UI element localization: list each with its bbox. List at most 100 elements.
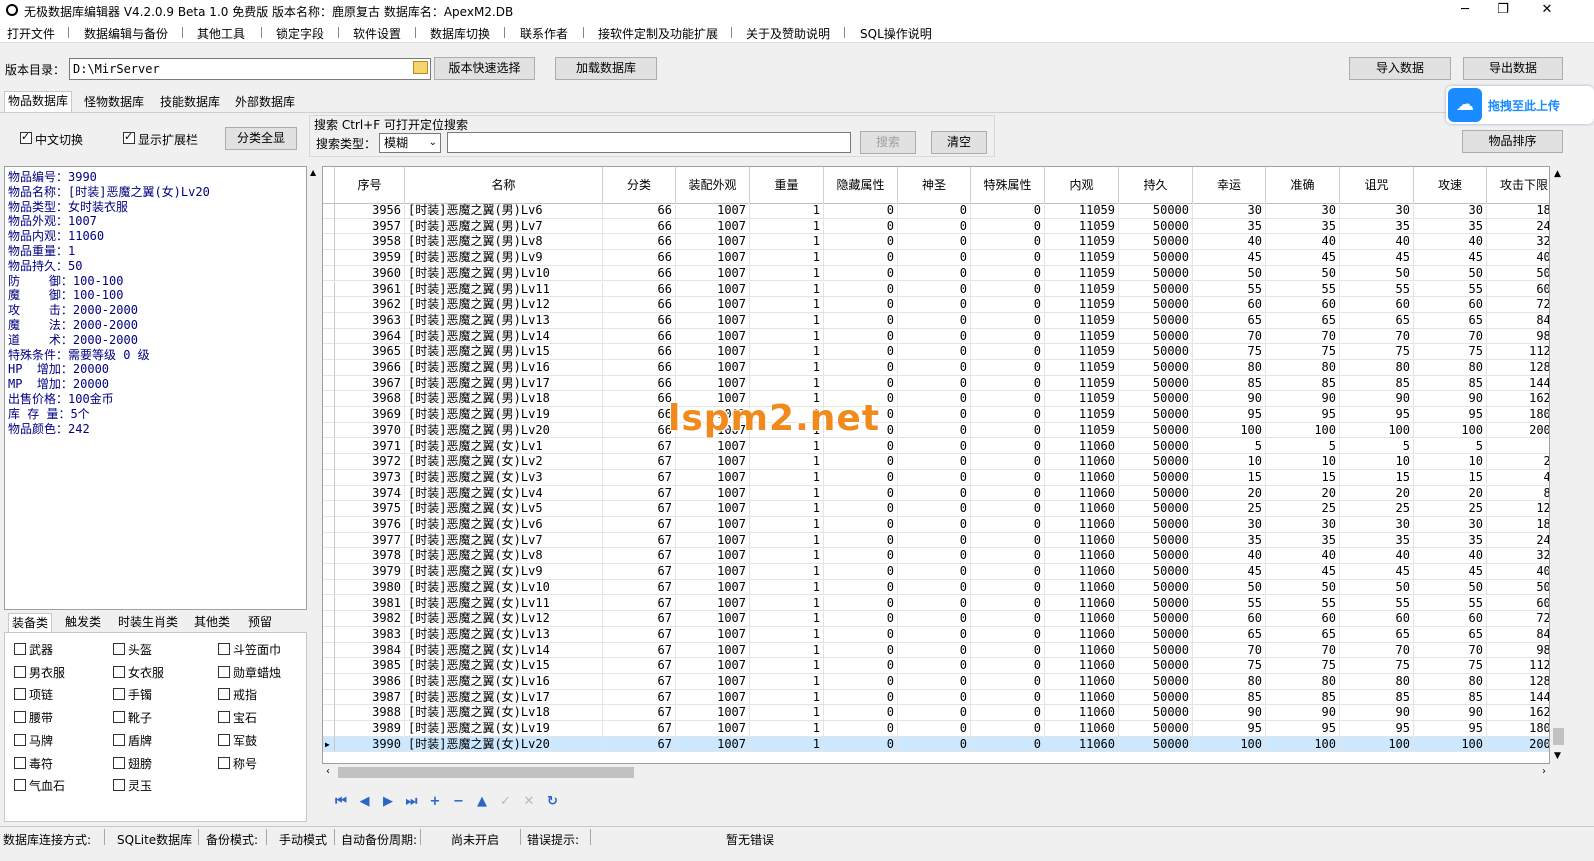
table-cell[interactable]: 70 (1193, 328, 1266, 345)
table-cell[interactable]: 5 (1193, 438, 1266, 455)
category-checkbox[interactable] (113, 711, 125, 724)
table-cell[interactable]: 0 (824, 360, 898, 376)
table-cell[interactable]: 1007 (676, 360, 750, 376)
table-cell[interactable]: 1 (750, 548, 824, 565)
table-cell[interactable]: 50000 (1119, 203, 1193, 219)
table-cell[interactable]: 0 (898, 485, 971, 502)
table-row[interactable]: 3975 [时装]恶魔之翼(女)Lv5 67 1007 1 0 0 0 11060 50000 25… (323, 501, 1549, 517)
table-cell[interactable]: 50000 (1119, 312, 1193, 329)
table-cell[interactable]: 3969 (335, 407, 405, 423)
search-button[interactable]: 搜索 (860, 131, 916, 154)
table-cell[interactable]: 1 (750, 579, 824, 596)
table-cell[interactable]: 45 (1266, 564, 1340, 580)
table-cell[interactable]: 50000 (1119, 328, 1193, 345)
table-cell[interactable]: 1 (750, 689, 824, 706)
scroll-up-icon[interactable]: ▲ (1554, 169, 1561, 179)
table-cell[interactable]: 11060 (1045, 501, 1119, 517)
menu-open-file[interactable]: 打开文件 (7, 25, 55, 42)
table-cell[interactable]: [时装]恶魔之翼(女)Lv19 (405, 721, 603, 737)
table-cell[interactable]: 3967 (335, 375, 405, 392)
table-cell[interactable]: 1007 (676, 721, 750, 737)
table-cell[interactable]: 1007 (676, 234, 750, 251)
row-indicator[interactable] (323, 422, 335, 439)
table-cell[interactable]: 720 (1487, 297, 1549, 313)
table-cell[interactable]: 0 (898, 658, 971, 674)
table-cell[interactable]: 1 (750, 564, 824, 580)
table-cell[interactable]: 1 (750, 218, 824, 235)
table-row[interactable]: 3972 [时装]恶魔之翼(女)Lv2 67 1007 1 0 0 0 11060 50000 10… (323, 454, 1549, 470)
table-cell[interactable]: 50000 (1119, 517, 1193, 533)
table-cell[interactable]: 50000 (1119, 250, 1193, 266)
table-cell[interactable]: 1 (750, 234, 824, 251)
table-cell[interactable]: 40 (1340, 548, 1414, 565)
table-row[interactable]: 3960 [时装]恶魔之翼(男)Lv10 66 1007 1 0 0 0 11059 50000 5… (323, 265, 1549, 282)
row-indicator[interactable] (323, 454, 335, 470)
scroll-down-icon[interactable]: ▼ (1554, 751, 1561, 761)
table-cell[interactable]: 80 (1340, 674, 1414, 690)
table-cell[interactable]: 75 (1340, 658, 1414, 674)
table-cell[interactable]: 11060 (1045, 454, 1119, 470)
table-cell[interactable]: 60 (1414, 297, 1487, 313)
table-cell[interactable]: [时装]恶魔之翼(女)Lv18 (405, 705, 603, 722)
category-checkbox[interactable] (218, 665, 230, 678)
grid-vertical-scrollbar[interactable]: ▲ ▼ (1550, 166, 1567, 764)
table-cell[interactable]: 11060 (1045, 658, 1119, 674)
table-row[interactable]: 3986 [时装]恶魔之翼(女)Lv16 67 1007 1 0 0 0 11060 50000 8… (323, 674, 1549, 690)
table-cell[interactable]: 50000 (1119, 438, 1193, 455)
table-cell[interactable]: 0 (898, 422, 971, 439)
table-cell[interactable]: 0 (824, 548, 898, 565)
table-cell[interactable]: 1007 (676, 548, 750, 565)
table-cell[interactable]: 30 (1266, 517, 1340, 533)
table-cell[interactable]: 30 (1340, 203, 1414, 219)
row-indicator[interactable] (323, 312, 335, 329)
table-cell[interactable]: 0 (971, 344, 1045, 360)
row-indicator[interactable] (323, 611, 335, 627)
table-cell[interactable]: 1 (750, 375, 824, 392)
table-cell[interactable]: 67 (603, 532, 676, 549)
table-cell[interactable]: 15 (1266, 469, 1340, 486)
table-cell[interactable]: [时装]恶魔之翼(男)Lv20 (405, 422, 603, 439)
table-cell[interactable]: 66 (603, 218, 676, 235)
table-cell[interactable]: 605 (1487, 282, 1549, 298)
table-cell[interactable]: 60 (1340, 611, 1414, 627)
table-cell[interactable]: 1007 (676, 595, 750, 612)
table-cell[interactable]: 3962 (335, 297, 405, 313)
table-cell[interactable]: 45 (1414, 250, 1487, 266)
table-row[interactable]: 3985 [时装]恶魔之翼(女)Lv15 67 1007 1 0 0 0 11060 50000 7… (323, 658, 1549, 674)
table-cell[interactable]: 80 (1266, 674, 1340, 690)
table-cell[interactable]: 90 (1340, 705, 1414, 722)
table-cell[interactable]: 0 (971, 689, 1045, 706)
table-cell[interactable]: 55 (1266, 595, 1340, 612)
table-cell[interactable]: 50 (1193, 265, 1266, 282)
table-cell[interactable]: 11060 (1045, 721, 1119, 737)
table-cell[interactable]: 75 (1414, 344, 1487, 360)
menu-sql-help[interactable]: SQL操作说明 (860, 25, 932, 42)
table-cell[interactable]: 67 (603, 548, 676, 565)
table-cell[interactable]: 0 (971, 674, 1045, 690)
table-cell[interactable]: 125 (1487, 501, 1549, 517)
table-cell[interactable]: 5 (1266, 438, 1340, 455)
row-indicator[interactable] (323, 469, 335, 486)
table-cell[interactable]: 0 (971, 517, 1045, 533)
table-row[interactable]: 3976 [时装]恶魔之翼(女)Lv6 67 1007 1 0 0 0 11060 50000 30… (323, 517, 1549, 533)
table-cell[interactable]: 0 (824, 674, 898, 690)
category-checkbox[interactable] (14, 779, 26, 792)
table-cell[interactable]: 100 (1266, 736, 1340, 753)
table-cell[interactable]: 60 (1266, 297, 1340, 313)
cat-tab-trigger[interactable]: 触发类 (62, 613, 104, 633)
table-cell[interactable]: [时装]恶魔之翼(男)Lv18 (405, 391, 603, 408)
table-cell[interactable]: 85 (1266, 375, 1340, 392)
table-cell[interactable]: 35 (1266, 532, 1340, 549)
table-cell[interactable]: 80 (1193, 360, 1266, 376)
table-cell[interactable]: 1 (750, 674, 824, 690)
table-cell[interactable]: 66 (603, 328, 676, 345)
table-cell[interactable]: 0 (824, 234, 898, 251)
row-indicator[interactable] (323, 281, 335, 298)
table-cell[interactable]: 11059 (1045, 265, 1119, 282)
table-cell[interactable]: 0 (824, 689, 898, 706)
table-cell[interactable]: 35 (1340, 218, 1414, 235)
category-checkbox[interactable] (113, 665, 125, 678)
table-cell[interactable]: 3985 (335, 658, 405, 674)
table-cell[interactable]: 0 (898, 705, 971, 722)
table-cell[interactable]: 11060 (1045, 674, 1119, 690)
